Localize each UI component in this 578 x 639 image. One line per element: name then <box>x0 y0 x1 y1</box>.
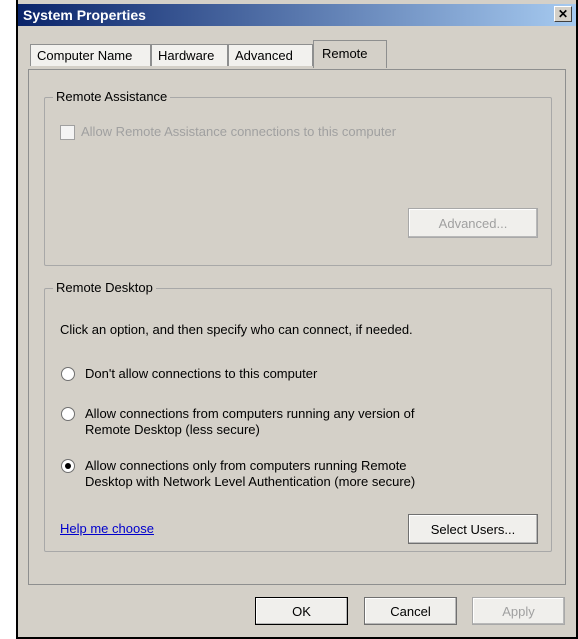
advanced-button[interactable]: Advanced... <box>408 208 538 238</box>
close-icon: ✕ <box>557 7 569 21</box>
tab-label: Advanced <box>235 48 293 63</box>
tab-label: Computer Name <box>37 48 133 63</box>
ok-button[interactable]: OK <box>255 597 348 625</box>
remote-assistance-group: Remote Assistance Allow Remote Assistanc… <box>44 89 552 266</box>
close-button[interactable]: ✕ <box>554 6 572 22</box>
title-bar[interactable]: System Properties ✕ <box>18 4 576 26</box>
remote-tab-panel: Remote Assistance Allow Remote Assistanc… <box>28 69 566 585</box>
radio-allow-nla-only-label-line1: Allow connections only from computers ru… <box>85 458 407 473</box>
window-title: System Properties <box>23 7 146 23</box>
cancel-button[interactable]: Cancel <box>364 597 457 625</box>
tab-hardware[interactable]: Hardware <box>151 44 228 66</box>
tab-remote[interactable]: Remote <box>313 40 387 68</box>
remote-assistance-group-label: Remote Assistance <box>53 89 171 104</box>
cancel-button-label: Cancel <box>390 603 431 619</box>
select-users-button[interactable]: Select Users... <box>408 514 538 544</box>
tab-label: Remote <box>322 46 368 61</box>
radio-dont-allow-label: Don't allow connections to this computer <box>85 366 318 381</box>
remote-assistance-checkbox-label: Allow Remote Assistance connections to t… <box>81 124 397 139</box>
system-properties-dialog: System Properties ✕ Computer Name Hardwa… <box>18 0 578 639</box>
select-users-button-label: Select Users... <box>430 521 516 537</box>
tab-advanced[interactable]: Advanced <box>228 44 313 66</box>
radio-allow-any-version-label-line2: Remote Desktop (less secure) <box>85 422 260 437</box>
radio-dont-allow[interactable] <box>61 367 75 381</box>
advanced-button-label: Advanced... <box>438 215 508 231</box>
apply-button[interactable]: Apply <box>472 597 565 625</box>
help-me-choose-link[interactable]: Help me choose <box>60 521 154 536</box>
radio-allow-nla-only-label-line2: Desktop with Network Level Authenticatio… <box>85 474 416 489</box>
radio-allow-nla-only[interactable] <box>61 459 75 473</box>
apply-button-label: Apply <box>502 603 535 619</box>
remote-desktop-group-label: Remote Desktop <box>53 280 156 295</box>
ok-button-label: OK <box>292 603 311 619</box>
tab-computer-name[interactable]: Computer Name <box>30 44 151 66</box>
remote-desktop-group: Remote Desktop Click an option, and then… <box>44 280 552 552</box>
remote-assistance-checkbox[interactable] <box>60 125 75 140</box>
background-frame <box>0 0 18 639</box>
radio-allow-any-version-label-line1: Allow connections from computers running… <box>85 406 415 421</box>
radio-allow-any-version[interactable] <box>61 407 75 421</box>
tab-label: Hardware <box>158 48 215 63</box>
remote-desktop-instruction: Click an option, and then specify who ca… <box>60 322 413 337</box>
